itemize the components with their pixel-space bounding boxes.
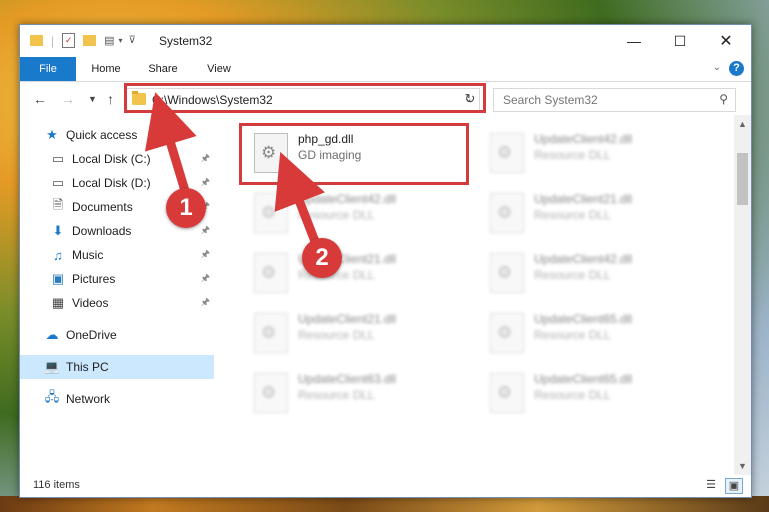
step-1-badge: 1 (166, 188, 206, 228)
annotation-arrows (144, 92, 325, 249)
arrow-to-address-bar (144, 92, 197, 199)
arrow-to-file (274, 151, 325, 249)
step-2-badge: 2 (302, 238, 342, 278)
